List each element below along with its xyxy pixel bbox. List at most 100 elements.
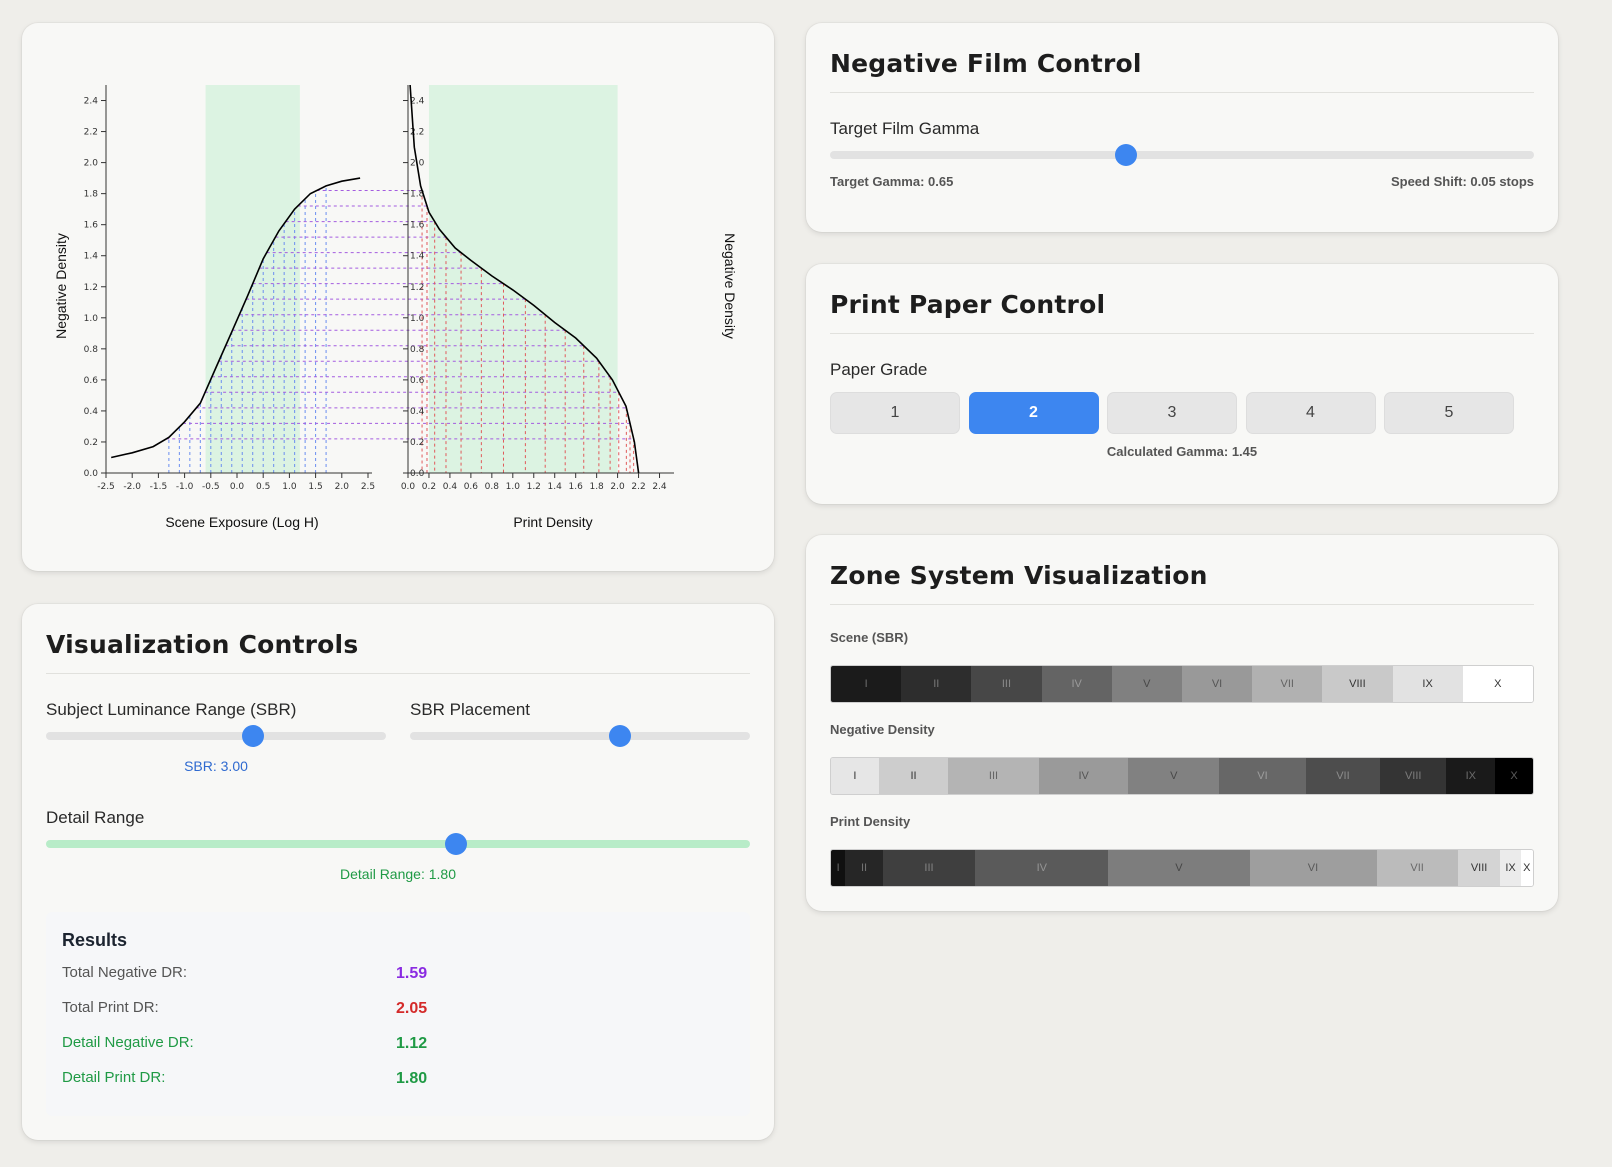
print-zone-label: Print Density	[830, 814, 911, 829]
print-zone-5: V	[1108, 850, 1250, 886]
result-label: Total Negative DR:	[62, 964, 188, 981]
left-y-tick-label: 2.4	[84, 97, 99, 107]
divider	[830, 333, 1534, 334]
target-gamma-value: Target Gamma: 0.65	[830, 174, 954, 189]
paper-grade-button-2[interactable]: 2	[968, 392, 1099, 434]
zone-system-card: Zone System Visualization Scene (SBR) II…	[806, 535, 1558, 911]
right-detail-region	[428, 85, 618, 473]
print-zone-4: IV	[975, 850, 1109, 886]
left-detail-region	[205, 85, 300, 473]
print-zone-3: III	[882, 850, 976, 886]
scene-zone-bar: I II III IV V VI VII VIII IX X	[830, 665, 1534, 703]
scene-zone-9: IX	[1392, 666, 1463, 702]
result-value: 1.12	[396, 1035, 428, 1052]
target-film-gamma-slider-thumb[interactable]	[1114, 144, 1137, 166]
right-y-tick-label: 0.8	[410, 345, 425, 355]
zone-system-title: Zone System Visualization	[830, 561, 1208, 590]
visualization-controls-card: Visualization Controls Subject Luminance…	[22, 604, 774, 1140]
right-x-tick-label: 1.4	[548, 482, 563, 492]
right-x-tick-label: 1.8	[589, 482, 604, 492]
calculated-gamma-value: Calculated Gamma: 1.45	[1106, 444, 1258, 459]
print-zone-bar: I II III IV V VI VII VIII IX X	[830, 849, 1534, 887]
right-x-tick-label: 1.2	[527, 482, 541, 492]
negative-zone-5: V	[1128, 758, 1220, 794]
right-y-axis-label: Negative Density	[722, 233, 738, 339]
print-zone-7: VII	[1376, 850, 1458, 886]
negative-film-control-title: Negative Film Control	[830, 49, 1142, 78]
right-x-tick-label: 0.8	[485, 482, 500, 492]
negative-zone-9: IX	[1446, 758, 1496, 794]
left-x-axis-label: Scene Exposure (Log H)	[165, 514, 318, 530]
print-zone-9: IX	[1500, 850, 1521, 886]
left-y-tick-label: 0.2	[84, 438, 98, 448]
left-x-tick-label: 0.0	[230, 482, 245, 492]
left-y-tick-label: 0.6	[84, 376, 99, 386]
target-film-gamma-label: Target Film Gamma	[830, 119, 980, 138]
right-x-tick-label: 2.0	[610, 482, 625, 492]
right-y-tick-label: 1.6	[410, 221, 425, 231]
left-y-tick-label: 0.4	[84, 407, 99, 417]
right-x-tick-label: 0.6	[464, 482, 479, 492]
right-y-tick-label: 0.6	[410, 376, 425, 386]
scene-zone-3: III	[971, 666, 1042, 702]
left-x-tick-label: 2.5	[361, 482, 375, 492]
scene-zone-4: IV	[1041, 666, 1112, 702]
left-x-tick-label: 1.5	[308, 482, 322, 492]
result-value: 2.05	[396, 1000, 428, 1017]
negative-zone-1: I	[831, 758, 879, 794]
print-zone-10: X	[1520, 850, 1533, 886]
paper-grade-button-5[interactable]: 5	[1384, 392, 1514, 434]
results-panel: Results Total Negative DR: 1.59 Total Prin…	[46, 912, 750, 1116]
print-zone-2: II	[845, 850, 883, 886]
scene-zone-7: VII	[1252, 666, 1323, 702]
sbr-value: SBR: 3.00	[184, 758, 248, 774]
right-y-tick-label: 0.4	[410, 407, 425, 417]
results-title: Results	[62, 930, 128, 950]
left-y-tick-label: 1.6	[84, 221, 99, 231]
detail-range-slider-thumb[interactable]	[445, 833, 468, 855]
detail-range-label: Detail Range	[46, 808, 145, 827]
divider	[46, 673, 750, 674]
negative-zone-7: VII	[1305, 758, 1381, 794]
left-y-tick-label: 1.8	[84, 190, 99, 200]
negative-film-control-card: Negative Film Control Target Film Gamma …	[806, 23, 1558, 232]
right-y-tick-label: 2.2	[410, 128, 424, 138]
left-x-tick-label: 2.0	[335, 482, 350, 492]
scene-zone-10: X	[1462, 666, 1533, 702]
right-x-tick-label: 1.6	[569, 482, 584, 492]
print-paper-control-card: Print Paper Control Paper Grade 12345 Ca…	[806, 264, 1558, 504]
right-y-tick-label: 0.2	[410, 438, 424, 448]
sbr-placement-slider[interactable]	[410, 725, 750, 747]
sbr-placement-slider-thumb[interactable]	[609, 725, 632, 747]
paper-grade-button-3[interactable]: 3	[1107, 392, 1237, 434]
characteristic-curve-chart: -2.5 -2.0 -1.5 -1.0 -0.5 0.0 0.5 1.0 1.5 2.0 2.5 0.…	[53, 84, 738, 530]
negative-zone-2: II	[878, 758, 949, 794]
result-value: 1.59	[396, 965, 428, 982]
scene-zone-8: VIII	[1322, 666, 1393, 702]
right-x-tick-label: 2.4	[652, 482, 667, 492]
left-x-tick-label: 0.5	[256, 482, 270, 492]
left-x-tick-label: -2.5	[97, 482, 115, 492]
target-film-gamma-slider[interactable]	[830, 144, 1534, 166]
negative-zone-3: III	[948, 758, 1039, 794]
divider	[830, 604, 1534, 605]
right-y-tick-label: 1.0	[410, 314, 425, 324]
negative-zone-6: VI	[1219, 758, 1306, 794]
scene-zone-5: V	[1111, 666, 1182, 702]
detail-range-value: Detail Range: 1.80	[340, 866, 456, 882]
right-y-tick-label: 1.4	[410, 252, 425, 262]
visualization-controls-title: Visualization Controls	[46, 630, 359, 659]
result-label: Detail Negative DR:	[62, 1034, 194, 1051]
left-y-tick-label: 0.8	[84, 345, 99, 355]
sbr-slider[interactable]	[46, 725, 386, 747]
paper-grade-button-4[interactable]: 4	[1245, 392, 1376, 434]
left-y-tick-label: 2.2	[84, 128, 98, 138]
detail-range-slider[interactable]	[46, 833, 750, 855]
left-y-axis-label: Negative Density	[53, 233, 69, 339]
sbr-slider-thumb[interactable]	[241, 725, 264, 747]
print-zone-8: VIII	[1457, 850, 1501, 886]
left-x-tick-label: -1.0	[176, 482, 194, 492]
right-x-tick-label: 0.2	[422, 482, 436, 492]
paper-grade-button-1[interactable]: 1	[830, 392, 960, 434]
right-x-tick-label: 0.4	[443, 482, 458, 492]
